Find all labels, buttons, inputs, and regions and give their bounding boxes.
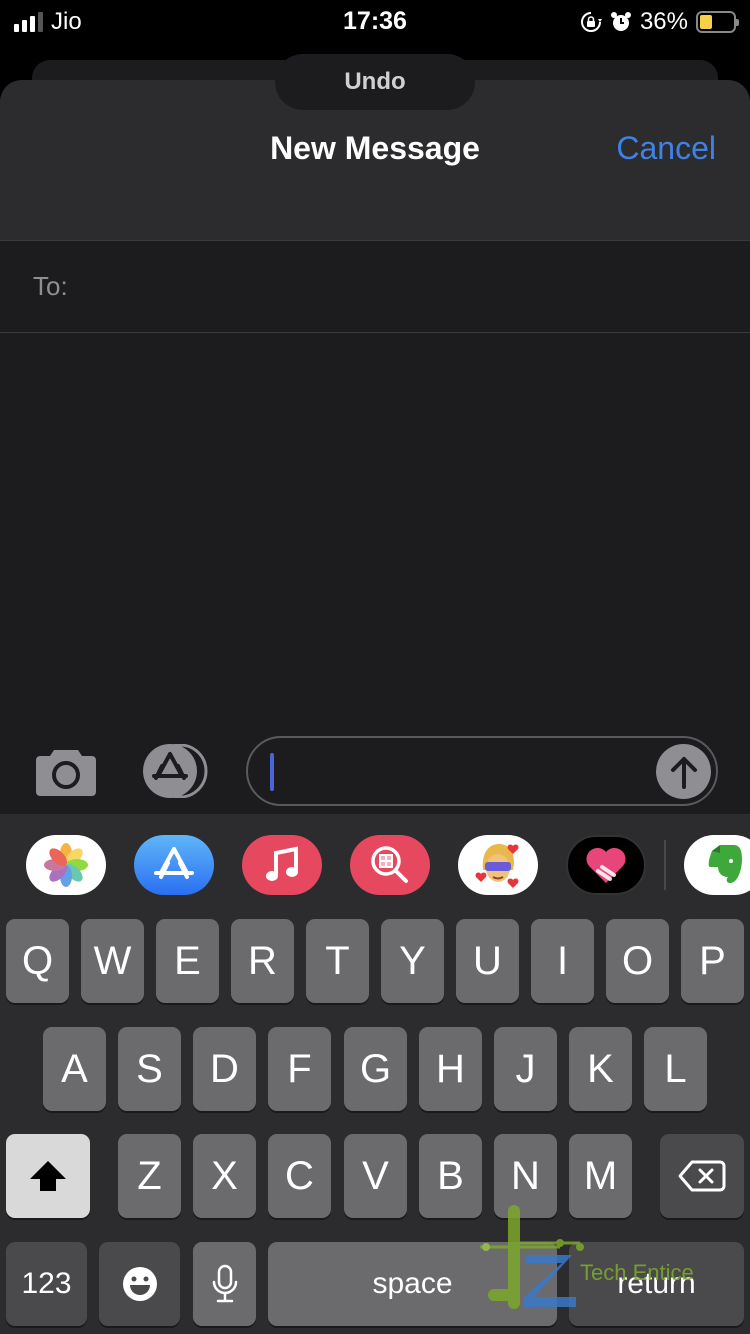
app-store-icon (143, 743, 208, 799)
undo-label: Undo (344, 68, 406, 95)
app-memoji[interactable] (458, 835, 538, 895)
keyboard: Q W E R T Y U I O P A S D F G H J K L Z … (0, 914, 750, 1334)
arrow-up-icon (670, 756, 697, 789)
undo-button[interactable]: Undo (275, 54, 475, 110)
app-app-store[interactable] (134, 835, 214, 895)
recipient-input[interactable] (77, 256, 750, 317)
status-right: 36% (580, 8, 739, 36)
key-m[interactable]: M (569, 1134, 632, 1218)
camera-icon (36, 750, 96, 796)
key-l[interactable]: L (644, 1027, 707, 1111)
key-e[interactable]: E (156, 919, 219, 1003)
key-h[interactable]: H (419, 1027, 482, 1111)
key-k[interactable]: K (569, 1027, 632, 1111)
battery-percentage: 36% (639, 8, 688, 35)
space-key[interactable]: space (268, 1242, 557, 1326)
key-d[interactable]: D (193, 1027, 256, 1111)
key-b[interactable]: B (419, 1134, 482, 1218)
emoji-icon (122, 1267, 157, 1301)
message-input[interactable] (246, 736, 718, 806)
key-z[interactable]: Z (118, 1134, 181, 1218)
orientation-lock-icon (580, 11, 602, 33)
delete-icon (678, 1160, 726, 1192)
key-f[interactable]: F (268, 1027, 331, 1111)
app-store-button[interactable] (140, 743, 212, 799)
digital-touch-icon (586, 847, 626, 883)
evernote-icon (708, 845, 742, 883)
key-a[interactable]: A (43, 1027, 106, 1111)
memoji-icon (475, 844, 519, 888)
recipient-row: To: (0, 241, 750, 333)
text-caret (270, 753, 274, 791)
return-key[interactable]: return (569, 1242, 744, 1326)
key-j[interactable]: J (494, 1027, 557, 1111)
key-c[interactable]: C (268, 1134, 331, 1218)
key-q[interactable]: Q (6, 919, 69, 1003)
cancel-button[interactable]: Cancel (616, 130, 716, 167)
send-button[interactable] (656, 744, 711, 799)
app-evernote[interactable] (684, 835, 750, 895)
numbers-key[interactable]: 123 (6, 1242, 87, 1326)
key-p[interactable]: P (681, 919, 744, 1003)
alarm-icon (610, 11, 632, 33)
photos-icon (44, 843, 88, 887)
battery-icon (696, 11, 739, 33)
key-r[interactable]: R (231, 919, 294, 1003)
microphone-icon (212, 1264, 237, 1303)
app-drawer (0, 814, 750, 914)
key-u[interactable]: U (456, 919, 519, 1003)
app-store-icon (154, 847, 194, 879)
key-t[interactable]: T (306, 919, 369, 1003)
shift-icon (30, 1161, 66, 1191)
key-y[interactable]: Y (381, 919, 444, 1003)
app-drawer-divider (664, 840, 666, 890)
key-g[interactable]: G (344, 1027, 407, 1111)
key-o[interactable]: O (606, 919, 669, 1003)
app-digital-touch[interactable] (566, 835, 646, 895)
battery-level-fill (700, 15, 712, 29)
app-image-search[interactable] (350, 835, 430, 895)
status-bar: Jio 17:36 36% (0, 0, 750, 44)
key-s[interactable]: S (118, 1027, 181, 1111)
dictation-key[interactable] (193, 1242, 256, 1326)
key-v[interactable]: V (344, 1134, 407, 1218)
key-x[interactable]: X (193, 1134, 256, 1218)
emoji-key[interactable] (99, 1242, 180, 1326)
app-music[interactable] (242, 835, 322, 895)
camera-button[interactable] (34, 746, 98, 796)
shift-key[interactable] (6, 1134, 90, 1218)
image-search-icon (371, 846, 408, 883)
music-icon (266, 846, 298, 881)
to-label: To: (33, 271, 68, 301)
app-photos[interactable] (26, 835, 106, 895)
key-w[interactable]: W (81, 919, 144, 1003)
delete-key[interactable] (660, 1134, 744, 1218)
compose-bar (0, 736, 750, 806)
key-i[interactable]: I (531, 919, 594, 1003)
key-n[interactable]: N (494, 1134, 557, 1218)
